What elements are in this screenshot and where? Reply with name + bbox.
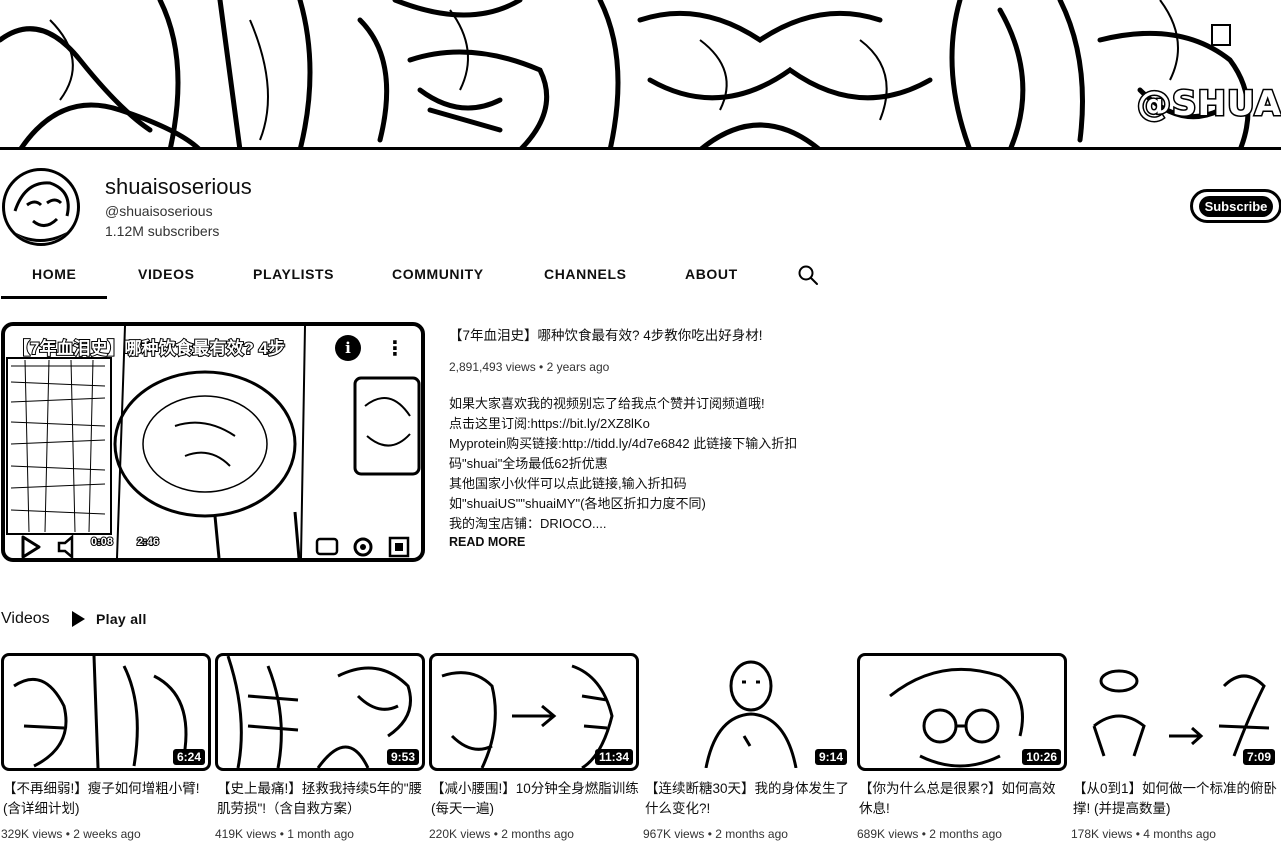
featured-video-player[interactable]: 【7年血泪史】哪种饮食最有效? 4步 i ⋮ 0:08 2:46 xyxy=(1,322,425,562)
featured-video-title[interactable]: 【7年血泪史】哪种饮食最有效? 4步教你吃出好身材! xyxy=(449,324,763,344)
tab-home[interactable]: HOME xyxy=(32,266,76,282)
subscriber-count: 1.12M subscribers xyxy=(105,223,220,239)
video-title[interactable]: 【减小腰围!】10分钟全身燃脂训练(每天一遍) xyxy=(429,779,639,819)
video-card[interactable]: 9:53 【史上最痛!】拯救我持续5年的"腰肌劳损"!（含自救方案） 419K … xyxy=(215,653,425,841)
player-controls xyxy=(21,534,410,558)
video-title[interactable]: 【你为什么总是很累?】如何高效休息! xyxy=(857,779,1067,819)
subscribe-label: Subscribe xyxy=(1198,195,1274,217)
video-title[interactable]: 【不再细弱!】瘦子如何增粗小臂!(含详细计划) xyxy=(1,779,211,819)
video-meta: 220K views • 2 months ago xyxy=(429,827,574,841)
video-thumbnail[interactable]: 11:34 xyxy=(429,653,639,771)
channel-banner: @SHUAIS xyxy=(0,0,1281,150)
video-duration: 10:26 xyxy=(1022,749,1061,765)
video-thumbnail[interactable]: 9:53 xyxy=(215,653,425,771)
fullscreen-icon xyxy=(388,536,410,558)
banner-artwork xyxy=(0,0,1251,147)
video-thumbnail[interactable]: 10:26 xyxy=(857,653,1067,771)
subscribe-button[interactable]: Subscribe xyxy=(1190,189,1281,223)
featured-video-description: 如果大家喜欢我的视频别忘了给我点个赞并订阅频道哦! 点击这里订阅:https:/… xyxy=(449,394,849,534)
play-all-button[interactable]: Play all xyxy=(70,610,147,628)
video-card[interactable]: 11:34 【减小腰围!】10分钟全身燃脂训练(每天一遍) 220K views… xyxy=(429,653,639,841)
video-title[interactable]: 【连续断糖30天】我的身体发生了什么变化?! xyxy=(643,779,853,819)
channel-tabs: HOME VIDEOS PLAYLISTS COMMUNITY CHANNELS… xyxy=(0,258,1281,299)
description-line: 点击这里订阅:https://bit.ly/2XZ8lKo xyxy=(449,416,650,431)
description-line: 码"shuai"全场最低62折优惠 xyxy=(449,456,608,471)
channel-name: shuaisoserious xyxy=(105,174,252,199)
video-card[interactable]: 6:24 【不再细弱!】瘦子如何增粗小臂!(含详细计划) 329K views … xyxy=(1,653,211,841)
avatar-sketch xyxy=(9,181,76,242)
shelf-title: Videos xyxy=(1,610,50,627)
read-more-link[interactable]: READ MORE xyxy=(449,535,525,549)
video-thumbnail[interactable]: 7:09 xyxy=(1071,653,1281,771)
search-icon[interactable] xyxy=(797,264,819,286)
description-line: Myprotein购买链接:http://tidd.ly/4d7e6842 此链… xyxy=(449,436,798,451)
info-icon[interactable]: i xyxy=(335,335,361,361)
video-thumbnail[interactable]: 9:14 xyxy=(643,653,853,771)
banner-handle-text: @SHUAIS xyxy=(1136,83,1281,126)
settings-icon xyxy=(353,537,373,557)
video-duration: 7:09 xyxy=(1242,749,1275,765)
video-duration: 6:24 xyxy=(172,749,205,765)
video-duration: 11:34 xyxy=(594,749,633,765)
play-icon xyxy=(72,611,85,627)
tab-videos[interactable]: VIDEOS xyxy=(138,266,195,282)
tab-community[interactable]: COMMUNITY xyxy=(392,266,484,282)
video-thumbnail[interactable]: 6:24 xyxy=(1,653,211,771)
player-current-time: 0:08 xyxy=(90,535,114,549)
video-meta: 419K views • 1 month ago xyxy=(215,827,354,841)
player-duration: 2:46 xyxy=(136,535,160,549)
video-meta: 178K views • 4 months ago xyxy=(1071,827,1216,841)
tab-channels[interactable]: CHANNELS xyxy=(544,266,627,282)
featured-video-frame xyxy=(6,326,421,558)
active-tab-indicator xyxy=(1,296,107,299)
channel-handle: @shuaisoserious xyxy=(105,203,213,219)
video-title[interactable]: 【从0到1】如何做一个标准的俯卧撑! (并提高数量) xyxy=(1071,779,1281,819)
video-card[interactable]: 10:26 【你为什么总是很累?】如何高效休息! 689K views • 2 … xyxy=(857,653,1067,841)
video-duration: 9:53 xyxy=(386,749,419,765)
featured-video-meta: 2,891,493 views • 2 years ago xyxy=(449,360,610,374)
volume-icon xyxy=(57,534,74,558)
video-meta: 329K views • 2 weeks ago xyxy=(1,827,141,841)
channel-avatar[interactable] xyxy=(2,168,80,246)
video-card[interactable]: 9:14 【连续断糖30天】我的身体发生了什么变化?! 967K views •… xyxy=(643,653,853,841)
video-card[interactable]: 7:09 【从0到1】如何做一个标准的俯卧撑! (并提高数量) 178K vie… xyxy=(1071,653,1281,841)
tab-playlists[interactable]: PLAYLISTS xyxy=(253,266,334,282)
video-meta: 967K views • 2 months ago xyxy=(643,827,788,841)
video-duration: 9:14 xyxy=(814,749,847,765)
more-options-icon[interactable]: ⋮ xyxy=(385,336,405,361)
featured-thumb-title: 【7年血泪史】哪种饮食最有效? 4步 xyxy=(13,338,286,359)
tab-about[interactable]: ABOUT xyxy=(685,266,738,282)
description-line: 其他国家小伙伴可以点此链接,输入折扣码 xyxy=(449,476,687,491)
captions-icon xyxy=(315,537,339,556)
play-all-label: Play all xyxy=(96,611,147,627)
video-title[interactable]: 【史上最痛!】拯救我持续5年的"腰肌劳损"!（含自救方案） xyxy=(215,779,425,819)
description-line: 我的淘宝店铺：DRIOCO.... xyxy=(449,516,607,531)
video-meta: 689K views • 2 months ago xyxy=(857,827,1002,841)
description-line: 如果大家喜欢我的视频别忘了给我点个赞并订阅频道哦! xyxy=(449,396,765,411)
play-icon xyxy=(21,535,41,558)
description-line: 如"shuaiUS""shuaiMY"(各地区折扣力度不同) xyxy=(449,496,706,511)
